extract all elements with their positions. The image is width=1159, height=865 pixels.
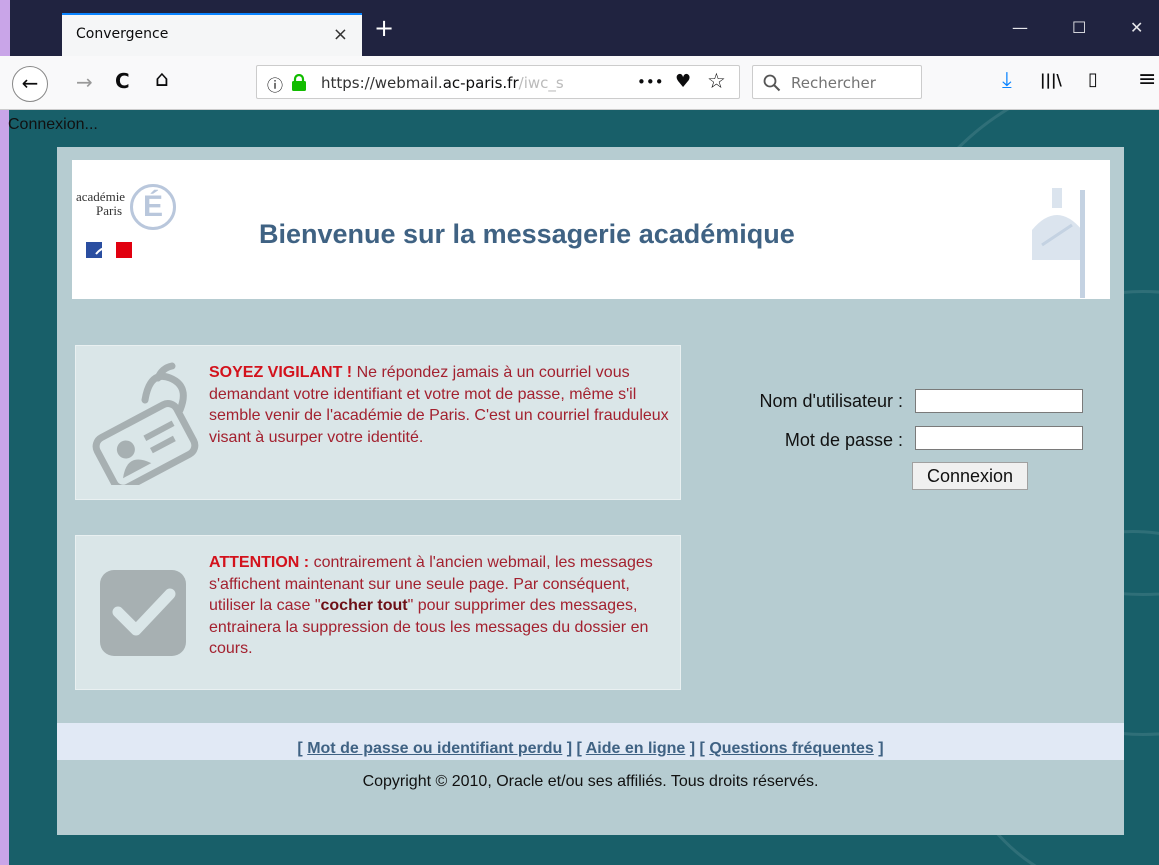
reload-icon[interactable]: C [115,69,130,93]
bookmark-star-icon[interactable]: ☆ [707,69,726,93]
search-icon [763,74,781,92]
tab-title: Convergence [76,26,169,42]
header-banner: académie Paris É Bienvenue sur la messag… [72,160,1110,299]
academie-logo-text: académie Paris [76,190,125,218]
checkbox-check-icon [100,570,186,656]
tab-close-icon[interactable]: × [333,24,348,45]
republique-flag-logo [86,242,132,258]
faq-link[interactable]: Questions fréquentes [709,740,873,757]
logo-line-academie: académie [76,189,126,204]
window-edge [0,0,10,56]
window-close-icon[interactable]: ✕ [1130,18,1143,38]
url-prefix: https://webmail. [321,74,443,92]
password-label: Mot de passe : [784,430,903,450]
sidebar-icon[interactable]: ▯ [1088,69,1098,90]
browser-tab-bar: Convergence × + — ☐ ✕ [0,0,1159,56]
menu-icon[interactable]: ≡ [1138,67,1156,92]
browser-toolbar: ← → C ⌂ ⓘ https://webmail.ac-paris.fr/iw… [0,56,1159,110]
footer-links: [ Mot de passe ou identifiant perdu ] [ … [57,723,1124,760]
attention-text: ATTENTION : contrairement à l'ancien web… [209,552,669,660]
cocher-tout-label: cocher tout [320,597,408,614]
phishing-warning-box: SOYEZ VIGILANT ! Ne répondez jamais à un… [75,345,681,500]
online-help-link[interactable]: Aide en ligne [586,740,686,757]
library-icon[interactable]: |||\ [1040,71,1062,89]
url-bar[interactable]: ⓘ https://webmail.ac-paris.fr/iwc_s ••• … [256,65,740,99]
forward-icon[interactable]: → [76,70,93,94]
attention-box: ATTENTION : contrairement à l'ancien web… [75,535,681,690]
password-input[interactable] [915,426,1083,450]
url-path: /iwc_s [518,74,564,92]
url-host: ac-paris.fr [442,74,519,92]
window-edge-left [0,110,9,865]
login-panel: académie Paris É Bienvenue sur la messag… [57,147,1124,835]
academie-logo-icon: É [130,184,176,230]
pocket-icon[interactable]: ♥ [675,71,691,92]
window-maximize-icon[interactable]: ☐ [1072,18,1086,38]
new-tab-icon[interactable]: + [374,16,394,40]
copyright-text: Copyright © 2010, Oracle et/ou ses affil… [362,773,819,790]
home-icon[interactable]: ⌂ [155,67,169,92]
username-input[interactable] [915,389,1083,413]
phishing-warning-text: SOYEZ VIGILANT ! Ne répondez jamais à un… [209,362,669,448]
bracket-close: ] [873,740,884,757]
logo-line-paris: Paris [96,203,122,218]
browser-tab-convergence[interactable]: Convergence × [62,13,362,56]
bracket-separator: ] [ [685,740,710,757]
page-actions-icon[interactable]: ••• [637,73,664,91]
window-minimize-icon[interactable]: — [1012,18,1028,38]
site-info-icon[interactable]: ⓘ [267,72,283,96]
loading-status: Connexion... [8,116,98,133]
back-icon[interactable]: ← [12,66,48,102]
id-card-hook-icon [92,362,199,485]
lock-icon [292,74,306,91]
url-text[interactable]: https://webmail.ac-paris.fr/iwc_s [321,74,564,92]
login-button[interactable]: Connexion [912,462,1028,490]
search-placeholder: Rechercher [791,74,876,92]
bracket-open: [ [297,740,308,757]
search-bar[interactable]: Rechercher [752,65,922,99]
attention-label: ATTENTION : [209,554,310,571]
page-title: Bienvenue sur la messagerie académique [259,219,795,249]
vigilant-label: SOYEZ VIGILANT ! [209,364,353,381]
lost-password-link[interactable]: Mot de passe ou identifiant perdu [307,740,562,757]
download-icon[interactable]: ⤓ [1002,68,1012,93]
username-label: Nom d'utilisateur : [759,391,904,411]
web-page: Connexion... académie Paris É Bienvenue … [0,110,1159,865]
pantheon-dome-watermark [1032,188,1085,298]
bracket-separator: ] [ [562,740,586,757]
